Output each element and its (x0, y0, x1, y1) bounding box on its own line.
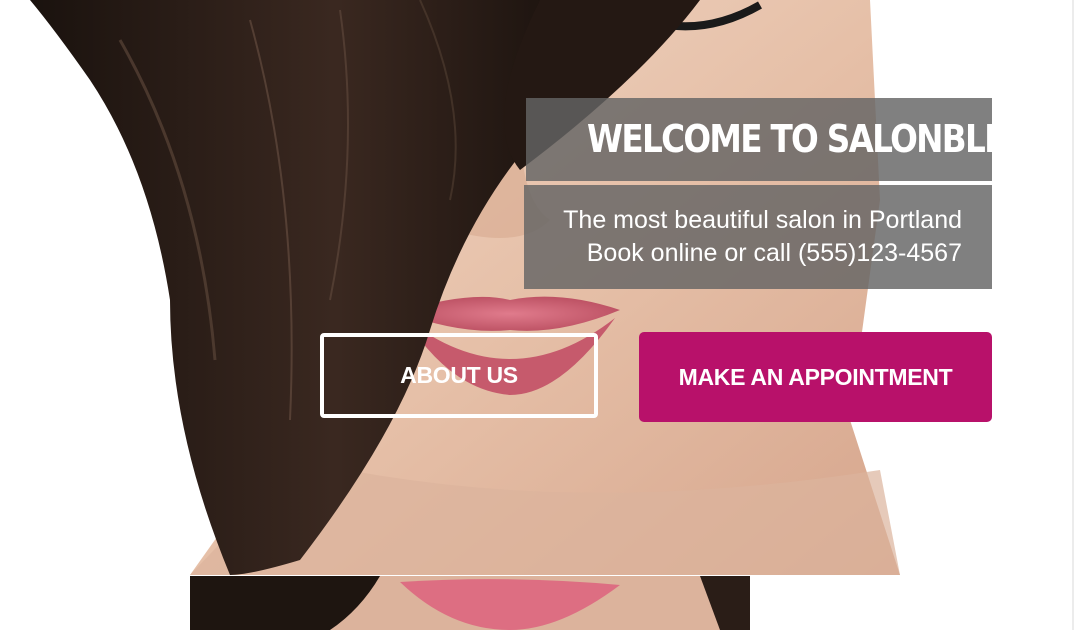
hero-tagline-panel: The most beautiful salon in Portland Boo… (524, 185, 992, 289)
make-appointment-label: MAKE AN APPOINTMENT (678, 363, 953, 390)
hero-section: WELCOME TO SALONBLISS The most beautiful… (0, 0, 1074, 630)
hero-phone-line: Book online or call (555)123-4567 (586, 239, 962, 267)
about-us-label: ABOUT US (400, 362, 518, 388)
make-appointment-button[interactable]: MAKE AN APPOINTMENT (639, 332, 992, 422)
hero-title: WELCOME TO SALONBLISS (587, 117, 1038, 161)
hero-tagline: The most beautiful salon in Portland (563, 206, 962, 234)
hero-photo (0, 0, 1074, 630)
hero-title-panel: WELCOME TO SALONBLISS (526, 98, 1038, 181)
about-us-button[interactable]: ABOUT US (320, 333, 598, 418)
